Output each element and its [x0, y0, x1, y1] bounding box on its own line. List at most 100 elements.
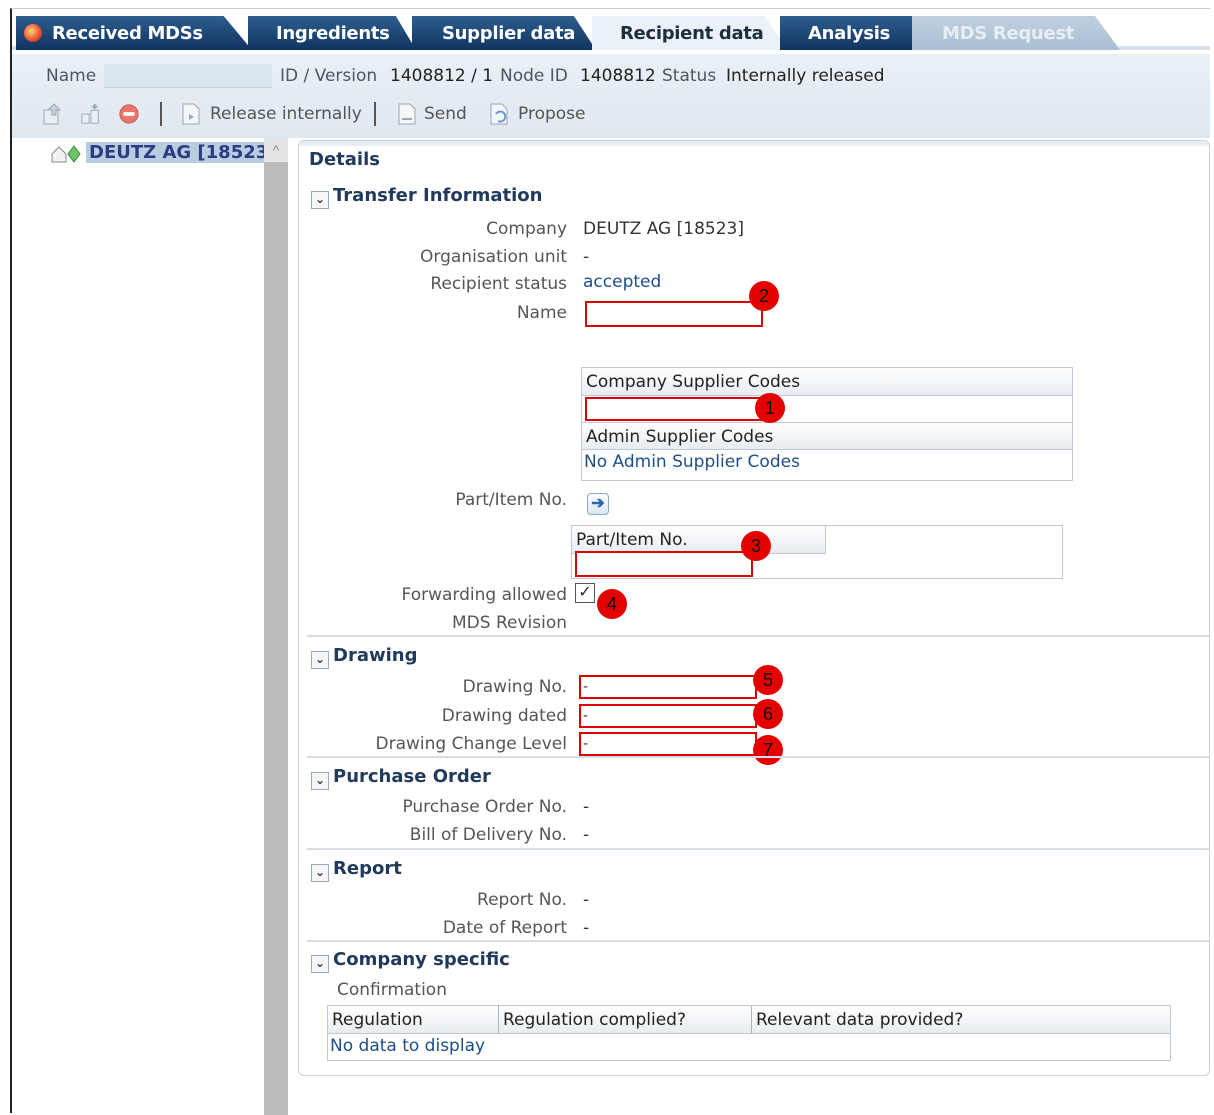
toolbar: Release internally Send Propose	[12, 100, 1210, 130]
collapse-chevron-icon[interactable]: ⌄	[311, 191, 329, 209]
confirmation-empty-row: No data to display	[328, 1034, 1170, 1060]
confirmation-table: Regulation Regulation complied? Relevant…	[327, 1005, 1171, 1061]
forwarding-allowed-checkbox[interactable]: ✓	[575, 583, 595, 603]
drawing-change-level-field[interactable]: -	[579, 732, 757, 756]
node-id-value: 1408812	[580, 66, 656, 86]
export-icon[interactable]	[42, 102, 64, 126]
drawing-section-header[interactable]: ⌄ Drawing	[311, 645, 418, 669]
id-version-label: ID / Version	[280, 66, 378, 86]
column-separator	[498, 1006, 499, 1034]
tab-received-mdss[interactable]: Received MDSs	[16, 16, 252, 50]
admin-codes-empty-row: No Admin Supplier Codes	[582, 450, 1072, 476]
purchase-order-no-label: Purchase Order No.	[402, 797, 567, 817]
empty-message: No Admin Supplier Codes	[584, 452, 800, 472]
tab-label: Analysis	[808, 23, 890, 44]
part-item-header: Part/Item No.	[572, 526, 826, 554]
recipient-status-label: Recipient status	[430, 274, 567, 294]
drawing-dated-field[interactable]: -	[579, 704, 757, 728]
send-doc-icon	[398, 103, 416, 125]
release-internally-button[interactable]: Release internally	[210, 104, 362, 124]
collapse-chevron-icon[interactable]: ⌄	[311, 955, 329, 973]
toolbar-separator	[160, 102, 162, 126]
tree-node-label: DEUTZ AG [18523]	[86, 142, 280, 163]
section-divider	[307, 940, 1209, 942]
column-header-regulation: Regulation	[332, 1010, 423, 1030]
arrow-right-icon[interactable]: ➔	[587, 493, 609, 515]
company-codes-header: Company Supplier Codes	[582, 368, 1072, 396]
tab-label: MDS Request	[942, 23, 1075, 44]
part-item-label: Part/Item No.	[455, 490, 567, 510]
column-header: Company Supplier Codes	[586, 372, 801, 392]
column-separator	[751, 1006, 752, 1034]
tab-recipient-data[interactable]: Recipient data	[592, 16, 788, 50]
tab-analysis[interactable]: Analysis	[780, 16, 930, 50]
recipient-name-label: Name	[516, 303, 567, 323]
toolbar-separator	[374, 102, 376, 126]
callout-marker-1: 1	[755, 393, 785, 423]
tab-mds-request: MDS Request	[912, 16, 1120, 50]
column-header-complied: Regulation complied?	[503, 1010, 686, 1030]
report-no-label: Report No.	[477, 890, 567, 910]
collapse-chevron-icon[interactable]: ⌄	[311, 864, 329, 882]
section-title: Drawing	[333, 645, 418, 666]
report-section-header[interactable]: ⌄ Report	[311, 858, 402, 882]
status-value: Internally released	[726, 66, 885, 86]
company-specific-section-header[interactable]: ⌄ Company specific	[311, 949, 510, 973]
bill-of-delivery-value: -	[583, 825, 590, 845]
tab-supplier-data[interactable]: Supplier data	[412, 16, 596, 50]
recipient-name-field[interactable]	[585, 301, 763, 327]
details-topband	[299, 141, 1209, 146]
drawing-no-label: Drawing No.	[462, 677, 567, 697]
part-item-field[interactable]	[575, 551, 753, 577]
date-of-report-label: Date of Report	[442, 918, 567, 938]
section-divider	[307, 756, 1209, 758]
mds-globe-icon	[24, 24, 42, 42]
callout-marker-2: 2	[749, 281, 779, 311]
tab-label: Received MDSs	[52, 23, 203, 44]
section-title: Transfer Information	[333, 185, 543, 206]
section-title: Purchase Order	[333, 766, 491, 787]
company-label: Company	[486, 219, 567, 239]
details-title: Details	[309, 149, 380, 170]
tab-ingredients[interactable]: Ingredients	[248, 16, 416, 50]
structure-icon[interactable]	[80, 102, 102, 126]
recipient-status-value: accepted	[583, 272, 662, 292]
tab-label: Supplier data	[442, 23, 576, 44]
name-field	[104, 64, 272, 88]
company-node-icon	[51, 145, 81, 163]
confirmation-label: Confirmation	[337, 980, 447, 1000]
delete-icon[interactable]	[118, 102, 140, 126]
release-doc-icon	[182, 103, 200, 125]
section-title: Company specific	[333, 949, 510, 970]
collapse-chevron-icon[interactable]: ⌄	[311, 772, 329, 790]
tree-node-deutz[interactable]: DEUTZ AG [18523]	[86, 142, 280, 166]
status-label: Status	[662, 66, 717, 86]
tab-label: Ingredients	[276, 23, 390, 44]
details-panel: Details ⌄ Transfer Information Company DE…	[298, 140, 1210, 1076]
org-unit-value: -	[583, 247, 590, 267]
transfer-section-header[interactable]: ⌄ Transfer Information	[311, 185, 543, 209]
section-title: Report	[333, 858, 402, 879]
tab-label: Recipient data	[620, 23, 764, 44]
drawing-change-level-label: Drawing Change Level	[375, 734, 567, 754]
send-button[interactable]: Send	[424, 104, 467, 124]
propose-doc-icon	[490, 103, 508, 125]
company-supplier-code-field[interactable]	[585, 397, 763, 421]
purchase-order-section-header[interactable]: ⌄ Purchase Order	[311, 766, 491, 790]
admin-codes-header: Admin Supplier Codes	[582, 422, 1072, 450]
callout-marker-7: 7	[753, 735, 783, 765]
collapse-chevron-icon[interactable]: ⌄	[311, 651, 329, 669]
column-header: Part/Item No.	[576, 530, 688, 550]
node-id-label: Node ID	[500, 66, 568, 86]
tree-scrollbar[interactable]: ^	[264, 138, 288, 1115]
drawing-no-field[interactable]: -	[579, 675, 757, 699]
bill-of-delivery-label: Bill of Delivery No.	[409, 825, 567, 845]
confirmation-table-header: Regulation Regulation complied? Relevant…	[328, 1006, 1170, 1034]
forwarding-allowed-label: Forwarding allowed	[401, 585, 567, 605]
report-no-value: -	[583, 890, 590, 910]
supplier-codes-table: Company Supplier Codes Admin Supplier Co…	[581, 367, 1073, 481]
mds-revision-label: MDS Revision	[452, 613, 567, 633]
scroll-up-icon[interactable]: ^	[264, 138, 288, 162]
propose-button[interactable]: Propose	[518, 104, 585, 124]
tab-bar: Received MDSs Ingredients Supplier data …	[12, 12, 1210, 50]
